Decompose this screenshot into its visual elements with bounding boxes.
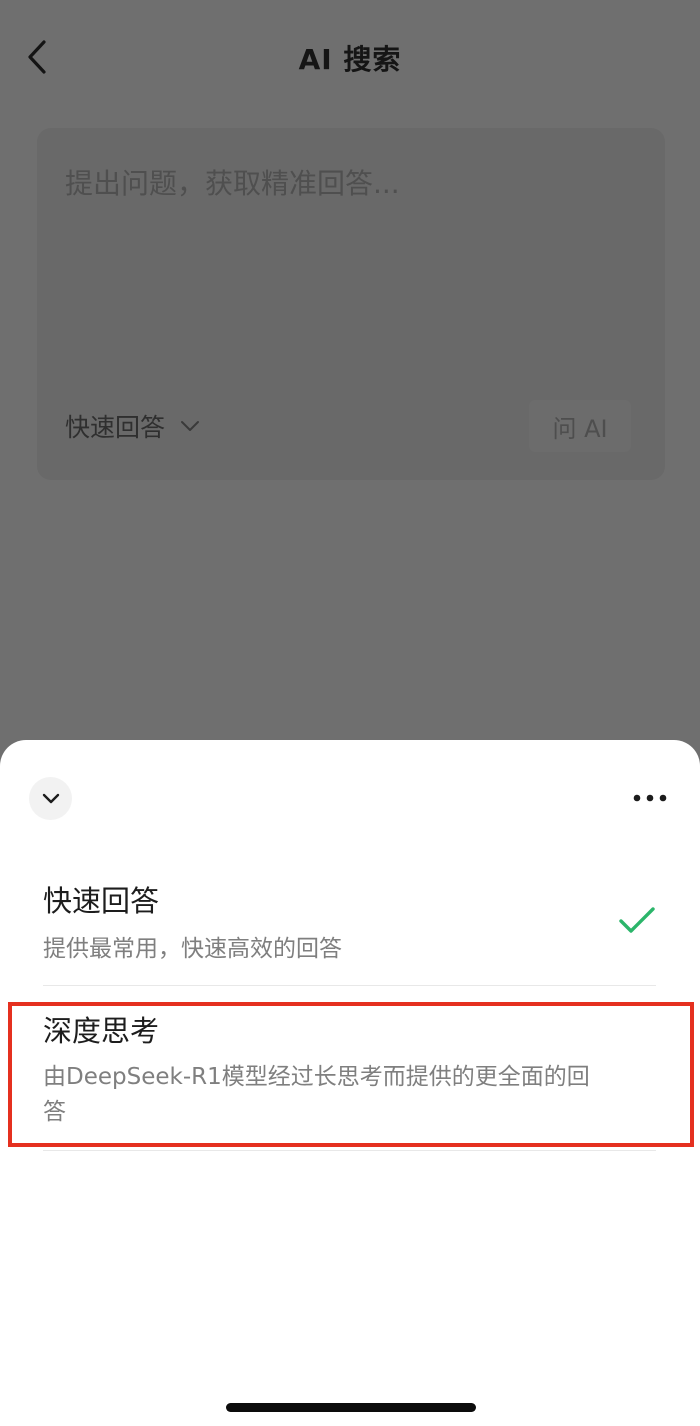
question-input-card[interactable]: 提出问题，获取精准回答... 快速回答 问 AI [37, 128, 665, 480]
answer-mode-label: 快速回答 [65, 413, 166, 442]
chevron-down-icon [42, 793, 59, 803]
more-options-button[interactable] [628, 786, 672, 810]
ai-search-page: AI 搜索 提出问题，获取精准回答... 快速回答 问 AI 快速回答 提供最常 [0, 0, 700, 1426]
checkmark-icon [619, 907, 655, 933]
question-input-placeholder[interactable]: 提出问题，获取精准回答... [65, 162, 400, 202]
highlight-box [8, 1002, 694, 1147]
chevron-down-icon [181, 421, 200, 431]
option-title: 快速回答 [43, 884, 160, 918]
page-title: AI 搜索 [298, 43, 402, 76]
option-description: 提供最常用，快速高效的回答 [43, 936, 342, 962]
divider [43, 1150, 656, 1151]
ask-ai-button[interactable]: 问 AI [529, 400, 631, 452]
option-quick-answer[interactable]: 快速回答 提供最常用，快速高效的回答 [0, 860, 700, 986]
collapse-sheet-button[interactable] [29, 777, 72, 820]
answer-mode-sheet: 快速回答 提供最常用，快速高效的回答 深度思考 由DeepSeek-R1模型经过… [0, 740, 700, 1426]
more-dots-icon [633, 794, 667, 802]
answer-mode-dropdown[interactable]: 快速回答 [65, 406, 201, 446]
home-indicator[interactable] [226, 1403, 476, 1412]
